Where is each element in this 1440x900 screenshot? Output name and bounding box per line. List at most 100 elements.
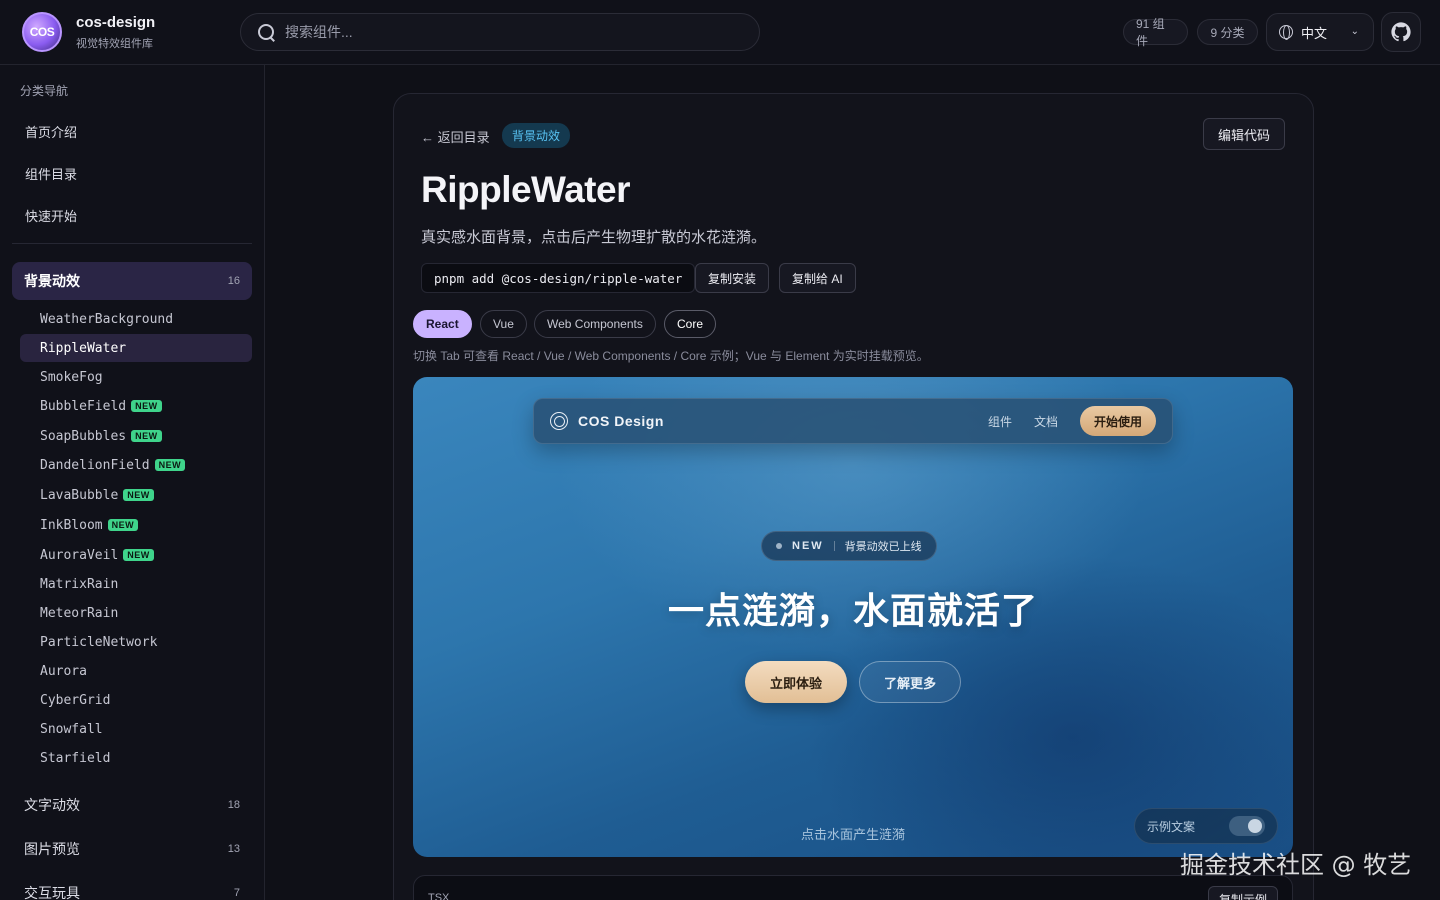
brand-subtitle: 视觉特效组件库 <box>76 37 153 50</box>
toggle-label: 示例文案 <box>1147 819 1196 834</box>
language-select[interactable]: 中文 ⌄ <box>1266 13 1374 51</box>
logo-text: COS <box>29 25 55 39</box>
tab-react[interactable]: React <box>413 310 472 338</box>
tab-hint: 切换 Tab 可查看 React / Vue / Web Components … <box>413 349 929 363</box>
preview-get-started-button[interactable]: 开始使用 <box>1079 406 1156 436</box>
sidebar-link-home[interactable]: 首页介绍 <box>25 122 77 141</box>
sidebar-item-ripplewater[interactable]: RippleWater <box>20 334 252 362</box>
search-icon <box>257 23 275 41</box>
chevron-down-icon: ⌄ <box>1350 26 1359 37</box>
category-interactive-toys[interactable]: 交互玩具 7 <box>12 876 252 900</box>
sidebar-item-cybergrid[interactable]: CyberGrid <box>20 686 252 714</box>
globe-icon <box>1279 25 1293 40</box>
badge-new-label: NEW <box>792 540 824 552</box>
brand-name: cos-design <box>76 13 156 31</box>
item-label: MatrixRain <box>40 576 119 592</box>
tab-core[interactable]: Core <box>664 310 717 338</box>
copy-install-button[interactable]: 复制安装 <box>695 263 770 293</box>
sidebar-item-snowfall[interactable]: Snowfall <box>20 715 252 743</box>
preview-logo-icon <box>550 412 568 430</box>
logo-icon: COS <box>22 12 62 52</box>
item-label: SoapBubbles <box>40 428 127 444</box>
sidebar-item-auroraveil[interactable]: AuroraVeil NEW <box>20 541 252 569</box>
preview-learn-more-button[interactable]: 了解更多 <box>859 661 961 703</box>
badge-separator <box>833 541 835 551</box>
language-value: 中文 <box>1301 25 1328 41</box>
item-label: LavaBubble <box>40 487 119 503</box>
category-background-effects[interactable]: 背景动效 16 <box>12 262 252 300</box>
back-to-catalog-link[interactable]: ← 返回目录 <box>421 127 490 146</box>
preview-headline: 一点涟漪，水面就活了 <box>667 590 1038 631</box>
category-text-effects[interactable]: 文字动效 18 <box>12 788 252 822</box>
watermark-text: 掘金技术社区 @ 牧艺 <box>1180 851 1412 879</box>
new-badge: NEW <box>131 400 162 412</box>
category-label: 交互玩具 <box>24 885 80 900</box>
sidebar-link-quickstart[interactable]: 快速开始 <box>25 206 77 225</box>
copy-example-button[interactable]: 复制示例 <box>1207 886 1278 900</box>
sidebar-item-meteorrain[interactable]: MeteorRain <box>20 599 252 627</box>
item-label: RippleWater <box>40 340 127 356</box>
preview-nav-docs[interactable]: 文档 <box>1034 413 1058 430</box>
categories-count-badge: 9 分类 <box>1197 19 1258 45</box>
ripple-water-preview[interactable]: COS Design 组件 文档 开始使用 NEW 背景动效已上线 一点涟漪，水… <box>413 377 1293 857</box>
item-label: Aurora <box>40 663 87 679</box>
item-label: Snowfall <box>40 721 103 737</box>
sidebar-item-soapbubbles[interactable]: SoapBubbles NEW <box>20 422 252 450</box>
item-label: Starfield <box>40 750 111 766</box>
new-badge: NEW <box>123 489 154 501</box>
sidebar-heading: 分类导航 <box>20 84 69 98</box>
new-badge: NEW <box>154 459 186 471</box>
preview-announcement-badge: NEW 背景动效已上线 <box>761 531 937 561</box>
code-language-label: TSX <box>428 892 450 900</box>
sidebar: 分类导航 首页介绍 组件目录 快速开始 背景动效 16 WeatherBackg… <box>0 65 265 900</box>
preview-nav-components[interactable]: 组件 <box>988 413 1012 430</box>
search-input[interactable]: 搜索组件... <box>240 13 760 51</box>
sidebar-item-matrixrain[interactable]: MatrixRain <box>20 570 252 598</box>
code-panel: TSX 复制示例 <box>413 875 1293 900</box>
top-bar: COS cos-design 视觉特效组件库 搜索组件... 91 组件 9 分… <box>0 0 1440 65</box>
sidebar-item-starfield[interactable]: Starfield <box>20 744 252 772</box>
category-count: 7 <box>233 887 240 899</box>
sidebar-item-bubblefield[interactable]: BubbleField NEW <box>20 392 252 420</box>
component-detail-card: ← 返回目录 背景动效 编辑代码 RippleWater 真实感水面背景，点击后… <box>393 93 1314 900</box>
sidebar-item-particlenetwork[interactable]: ParticleNetwork <box>20 628 252 656</box>
tab-vue[interactable]: Vue <box>480 310 527 338</box>
sidebar-item-weatherbackground[interactable]: WeatherBackground <box>20 305 252 333</box>
sidebar-item-lavabubble[interactable]: LavaBubble NEW <box>20 481 252 509</box>
sidebar-item-dandelionfield[interactable]: DandelionField NEW <box>20 451 252 479</box>
sidebar-link-catalog[interactable]: 组件目录 <box>25 164 77 183</box>
toggle-switch[interactable] <box>1229 816 1265 836</box>
new-badge: NEW <box>107 519 139 531</box>
category-tag[interactable]: 背景动效 <box>502 123 571 148</box>
category-count: 18 <box>227 799 240 811</box>
item-label: WeatherBackground <box>40 311 174 327</box>
preview-try-now-button[interactable]: 立即体验 <box>745 661 847 703</box>
github-icon <box>1391 22 1411 42</box>
sidebar-divider <box>12 243 252 244</box>
edit-code-button[interactable]: 编辑代码 <box>1202 118 1285 150</box>
components-count-badge: 91 组件 <box>1123 17 1188 48</box>
sample-copy-toggle[interactable]: 示例文案 <box>1134 808 1278 844</box>
brand[interactable]: COS cos-design 视觉特效组件库 <box>22 12 155 52</box>
item-label: AuroraVeil <box>40 547 119 563</box>
dot-icon <box>776 543 782 549</box>
item-label: SmokeFog <box>40 369 103 385</box>
category-count: 13 <box>227 843 240 855</box>
github-button[interactable] <box>1381 12 1421 52</box>
category-count: 16 <box>227 275 240 287</box>
category-label: 图片预览 <box>24 841 80 857</box>
sidebar-item-smokefog[interactable]: SmokeFog <box>20 363 252 391</box>
badge-text: 背景动效已上线 <box>844 541 922 553</box>
install-command: pnpm add @cos-design/ripple-water <box>421 263 696 293</box>
item-label: CyberGrid <box>40 692 111 708</box>
category-image-preview[interactable]: 图片预览 13 <box>12 832 252 866</box>
new-badge: NEW <box>131 430 162 442</box>
tab-web-components[interactable]: Web Components <box>534 310 656 338</box>
sidebar-item-aurora[interactable]: Aurora <box>20 657 252 685</box>
preview-brand: COS Design <box>578 413 664 429</box>
category-label: 背景动效 <box>24 273 80 289</box>
item-label: BubbleField <box>40 398 127 414</box>
sidebar-item-inkbloom[interactable]: InkBloom NEW <box>20 511 252 539</box>
copy-to-ai-button[interactable]: 复制给 AI <box>779 263 856 293</box>
page-title: RippleWater <box>421 169 630 210</box>
